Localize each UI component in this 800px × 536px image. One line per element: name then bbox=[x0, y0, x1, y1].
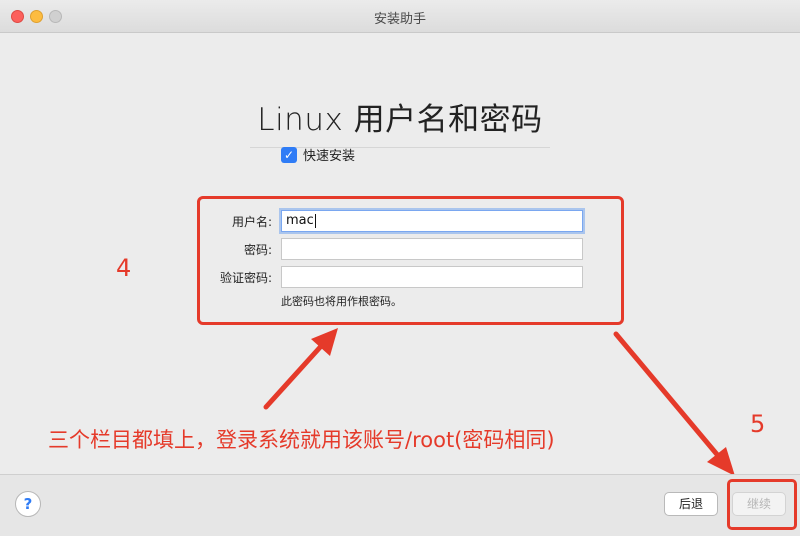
back-button[interactable]: 后退 bbox=[664, 492, 718, 516]
annotation-arrows bbox=[263, 328, 735, 476]
arrow-to-continue bbox=[613, 331, 735, 476]
bottom-toolbar: ? 后退 继续 bbox=[0, 474, 800, 536]
annotation-continue-highlight bbox=[727, 479, 797, 530]
arrow-to-form bbox=[263, 328, 338, 410]
help-button[interactable]: ? bbox=[15, 491, 41, 517]
installer-window: 安装助手 Linux 用户名和密码 ✓ 快速安装 用户名: mac 密码: 验证… bbox=[0, 0, 800, 536]
